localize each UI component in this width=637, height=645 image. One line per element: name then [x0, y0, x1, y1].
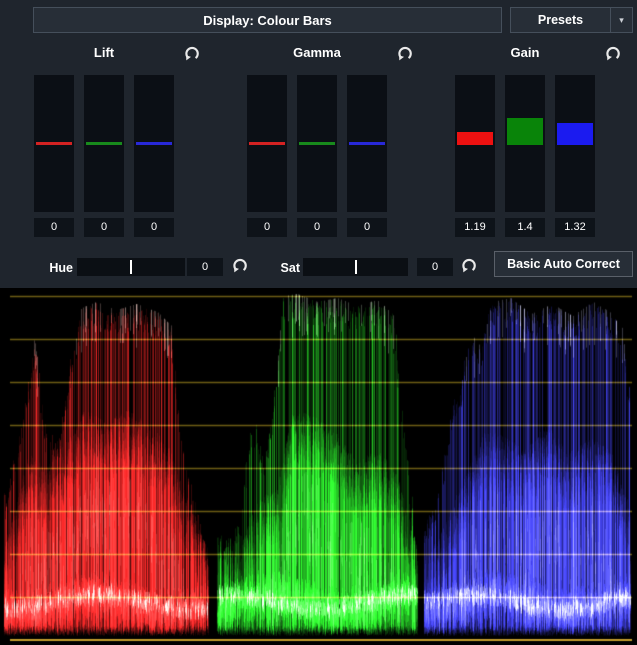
lift-red-handle[interactable]	[36, 142, 72, 145]
gain-red-handle[interactable]	[457, 132, 493, 145]
lift-blue-value: 0	[134, 218, 174, 237]
gamma-blue-handle[interactable]	[349, 142, 385, 145]
sat-label: Sat	[255, 261, 300, 275]
gain-red-value: 1.19	[455, 218, 495, 237]
gain-blue-slider[interactable]	[555, 75, 595, 212]
chevron-down-icon[interactable]: ▾	[610, 8, 632, 32]
sat-reset-icon[interactable]	[460, 256, 479, 275]
sat-value: 0	[417, 258, 453, 276]
gamma-red-handle[interactable]	[249, 142, 285, 145]
gamma-section-title: Gamma	[247, 45, 387, 61]
gamma-blue-value: 0	[347, 218, 387, 237]
lift-red-slider[interactable]	[34, 75, 74, 212]
lift-green-slider[interactable]	[84, 75, 124, 212]
gain-section-title: Gain	[455, 45, 595, 61]
presets-dropdown[interactable]: Presets ▾	[510, 7, 633, 33]
gain-reset-icon[interactable]	[604, 44, 623, 63]
hue-slider[interactable]	[77, 258, 185, 276]
gain-blue-value: 1.32	[555, 218, 595, 237]
gain-green-slider[interactable]	[505, 75, 545, 212]
gamma-green-slider[interactable]	[297, 75, 337, 212]
hue-reset-icon[interactable]	[231, 256, 250, 275]
sat-slider-handle[interactable]	[355, 260, 357, 274]
gamma-red-value: 0	[247, 218, 287, 237]
gain-green-handle[interactable]	[507, 118, 543, 145]
gamma-reset-icon[interactable]	[396, 44, 415, 63]
lift-reset-icon[interactable]	[183, 44, 202, 63]
basic-auto-correct-button[interactable]: Basic Auto Correct	[494, 251, 633, 277]
lift-blue-slider[interactable]	[134, 75, 174, 212]
gamma-green-value: 0	[297, 218, 337, 237]
gamma-blue-slider[interactable]	[347, 75, 387, 212]
lift-blue-handle[interactable]	[136, 142, 172, 145]
sat-slider[interactable]	[303, 258, 408, 276]
presets-button-label[interactable]: Presets	[511, 8, 610, 32]
gamma-green-handle[interactable]	[299, 142, 335, 145]
lift-green-value: 0	[84, 218, 124, 237]
hue-label: Hue	[28, 261, 73, 275]
display-colour-bars-button[interactable]: Display: Colour Bars	[33, 7, 502, 33]
gain-green-value: 1.4	[505, 218, 545, 237]
lift-section-title: Lift	[34, 45, 174, 61]
rgb-waveform-scope	[0, 288, 637, 645]
waveform-canvas	[0, 288, 637, 645]
hue-value: 0	[187, 258, 223, 276]
lift-green-handle[interactable]	[86, 142, 122, 145]
colour-correction-window: Display: Colour Bars Presets ▾ Lift 0 0 …	[0, 0, 637, 645]
gain-blue-handle[interactable]	[557, 123, 593, 145]
hue-slider-handle[interactable]	[130, 260, 132, 274]
lift-red-value: 0	[34, 218, 74, 237]
gain-red-slider[interactable]	[455, 75, 495, 212]
gamma-red-slider[interactable]	[247, 75, 287, 212]
